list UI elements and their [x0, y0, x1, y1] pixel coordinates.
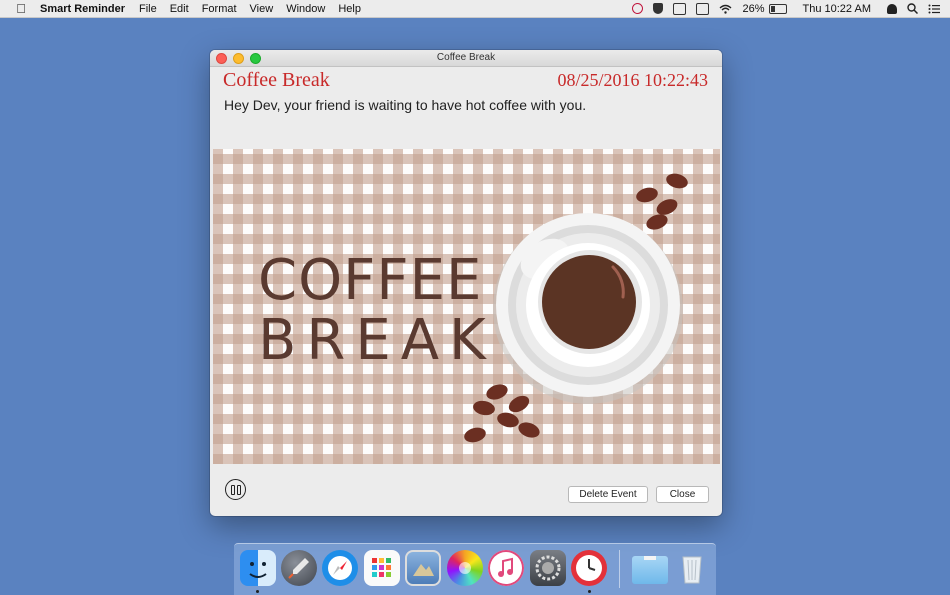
app-grid-icon[interactable]	[364, 550, 400, 586]
pause-button[interactable]	[225, 479, 246, 500]
keyboard-icon[interactable]	[696, 2, 710, 15]
event-message: Hey Dev, your friend is waiting to have …	[224, 97, 587, 113]
smart-reminder-icon[interactable]	[571, 550, 607, 586]
apple-menu-icon[interactable]: 	[14, 1, 28, 16]
delete-event-button[interactable]: Delete Event	[568, 486, 648, 503]
close-window-icon[interactable]	[216, 53, 227, 64]
coffee-beans-bottom-icon	[464, 384, 540, 443]
battery-icon[interactable]	[768, 3, 787, 14]
battery-percent: 26%	[742, 2, 765, 15]
menu-view[interactable]: View	[250, 3, 274, 15]
event-title: Coffee Break	[223, 69, 330, 91]
spotlight-search-icon[interactable]	[907, 3, 918, 14]
shield-icon[interactable]	[653, 3, 664, 14]
cast-icon[interactable]	[673, 2, 687, 15]
safari-icon[interactable]	[322, 550, 358, 586]
window-title: Coffee Break	[436, 52, 496, 63]
pause-bar-left	[230, 484, 235, 495]
event-datetime: 08/25/2016 10:22:43	[557, 70, 708, 90]
picture-text-line2: BREAK	[258, 308, 496, 373]
pause-bar-right	[236, 484, 241, 495]
menu-edit[interactable]: Edit	[170, 3, 189, 15]
itunes-icon[interactable]	[488, 550, 524, 586]
menu-window[interactable]: Window	[286, 3, 325, 15]
coffee-beans-top-icon	[636, 173, 688, 230]
user-icon[interactable]	[887, 3, 897, 14]
finder-icon[interactable]	[240, 550, 276, 586]
downloads-folder-icon[interactable]	[632, 550, 668, 584]
finder-running-indicator	[256, 590, 259, 593]
status-area: 26% Thu 10:22 AM	[632, 0, 940, 17]
smart-reminder-running-indicator	[588, 590, 591, 593]
menu-file[interactable]: File	[139, 3, 157, 15]
trash-icon[interactable]	[674, 550, 710, 586]
launchpad-icon[interactable]	[281, 550, 317, 586]
zoom-window-icon[interactable]	[250, 53, 261, 64]
close-button[interactable]: Close	[656, 486, 709, 503]
minimize-window-icon[interactable]	[233, 53, 244, 64]
coffee-cup-icon	[493, 213, 683, 404]
window-titlebar[interactable]: Coffee Break	[210, 50, 722, 67]
reminder-status-icon[interactable]	[632, 3, 644, 14]
dock	[234, 543, 716, 595]
window-controls	[216, 53, 261, 64]
menu-bar:  Smart Reminder File Edit Format View W…	[0, 0, 950, 18]
reminder-window: Coffee Break Coffee Break 08/25/2016 10:…	[210, 50, 722, 516]
notification-center-icon[interactable]	[928, 4, 940, 14]
coffee-break-image: COFFEE BREAK	[213, 149, 720, 464]
app-menu[interactable]: Smart Reminder	[40, 3, 125, 15]
picture-text-line1: COFFEE	[258, 248, 482, 313]
photos-icon[interactable]	[447, 550, 483, 586]
menu-help[interactable]: Help	[338, 3, 361, 15]
system-preferences-icon[interactable]	[530, 550, 566, 586]
menu-format[interactable]: Format	[202, 3, 237, 15]
dock-separator	[619, 550, 620, 588]
preview-icon[interactable]	[405, 550, 441, 586]
wifi-icon[interactable]	[719, 4, 732, 14]
menu-clock[interactable]: Thu 10:22 AM	[803, 3, 872, 15]
